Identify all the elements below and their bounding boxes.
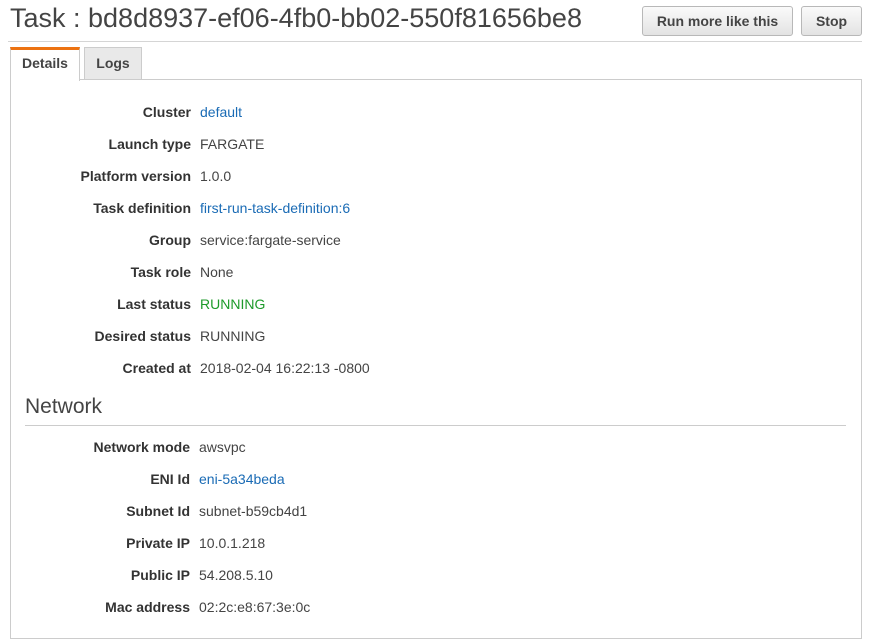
network-label: Mac address	[105, 599, 190, 615]
network-value: 54.208.5.10	[199, 567, 273, 583]
network-label: Private IP	[126, 535, 190, 551]
page-title: Task : bd8d8937-ef06-4fb0-bb02-550f81656…	[10, 3, 582, 33]
network-row-mode: Network mode awsvpc	[10, 437, 862, 457]
network-value: awsvpc	[199, 439, 246, 455]
network-value: 10.0.1.218	[199, 535, 266, 551]
network-row-private-ip: Private IP 10.0.1.218	[10, 533, 862, 553]
tab-details[interactable]: Details	[10, 47, 80, 81]
network-value: subnet-b59cb4d1	[199, 503, 308, 519]
eni-id-link[interactable]: eni-5a34beda	[199, 469, 285, 489]
run-more-like-this-button[interactable]: Run more like this	[642, 6, 793, 36]
network-label: Subnet Id	[126, 503, 190, 519]
stop-button[interactable]: Stop	[801, 6, 862, 36]
network-row-subnet-id: Subnet Id subnet-b59cb4d1	[10, 501, 862, 521]
network-row-public-ip: Public IP 54.208.5.10	[10, 565, 862, 585]
network-label: Public IP	[130, 567, 190, 583]
network-label: ENI Id	[150, 471, 190, 487]
network-value: 02:2c:e8:67:3e:0c	[199, 599, 311, 615]
network-row-mac-address: Mac address 02:2c:e8:67:3e:0c	[10, 597, 862, 617]
network-rows: Network mode awsvpc ENI Id eni-5a34beda …	[10, 79, 862, 639]
tab-logs[interactable]: Logs	[84, 47, 142, 80]
network-row-eni-id: ENI Id eni-5a34beda	[10, 469, 862, 489]
header-divider	[8, 41, 862, 42]
network-label: Network mode	[93, 439, 190, 455]
